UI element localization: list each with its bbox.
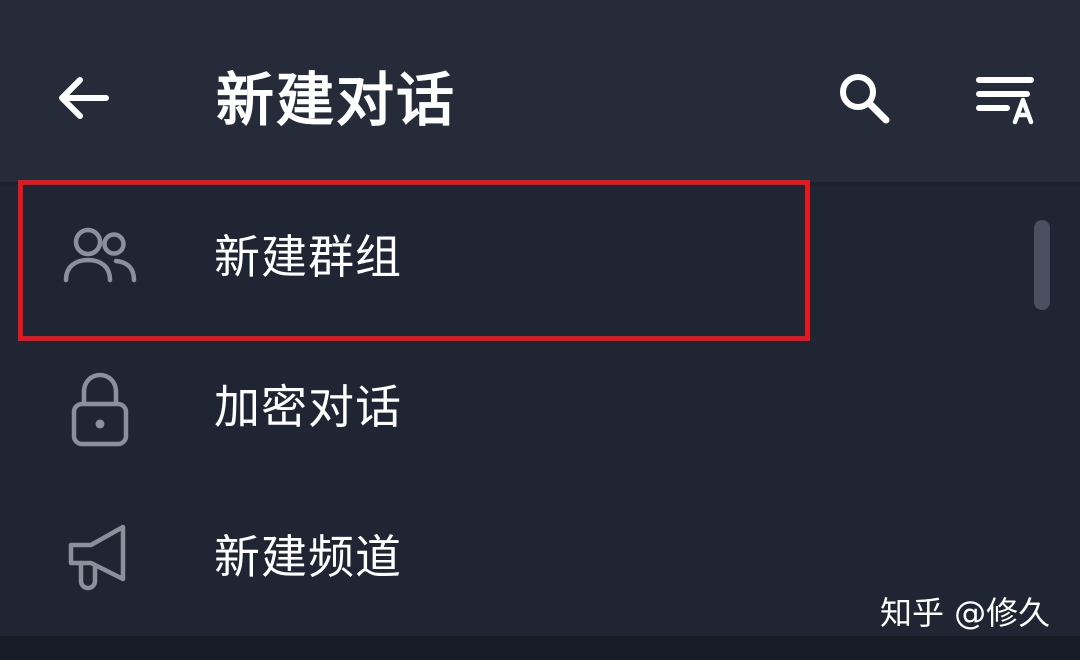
sort-button[interactable] xyxy=(966,64,1046,136)
watermark: 知乎 @修久 xyxy=(880,594,1051,632)
arrow-left-icon xyxy=(56,74,112,126)
sort-alphabetical-icon xyxy=(973,70,1039,130)
menu-item-new-group[interactable]: 新建群组 xyxy=(0,182,1020,332)
menu-item-label: 新建群组 xyxy=(214,230,402,284)
megaphone-icon xyxy=(58,515,142,599)
menu-item-label: 新建频道 xyxy=(214,530,402,584)
app-header xyxy=(0,0,1080,185)
menu-item-new-channel[interactable]: 新建频道 xyxy=(0,482,1020,632)
search-button[interactable] xyxy=(826,64,902,136)
back-button[interactable] xyxy=(48,68,120,132)
page-title: 新建对话 xyxy=(216,66,457,134)
group-icon xyxy=(58,215,142,299)
menu-item-secret-chat[interactable]: 加密对话 xyxy=(0,332,1020,482)
new-conversation-screen: 新建对话 新建群组 加密对话 新建频道 知乎 @修久 xyxy=(0,0,1080,660)
search-icon xyxy=(834,68,894,132)
lock-icon xyxy=(58,368,142,452)
scrollbar[interactable] xyxy=(1034,220,1050,310)
bottom-edge xyxy=(0,636,1080,660)
menu-item-label: 加密对话 xyxy=(214,380,402,434)
